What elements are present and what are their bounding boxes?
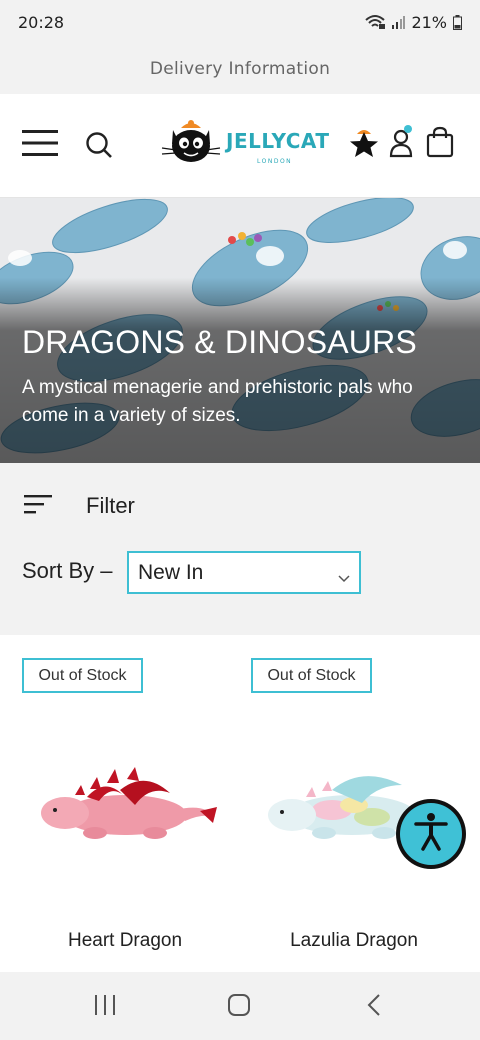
battery-icon	[453, 14, 462, 30]
back-button[interactable]	[344, 990, 404, 1024]
product-name[interactable]: Heart Dragon	[10, 930, 240, 952]
battery-percent: 21%	[411, 12, 447, 32]
sort-by-label: Sort By –	[22, 558, 113, 583]
search-icon	[85, 131, 113, 163]
home-button[interactable]	[209, 990, 269, 1024]
sort-select[interactable]: New In	[127, 551, 361, 594]
home-icon	[227, 993, 251, 1021]
wifi-icon	[365, 14, 386, 30]
logo-wordmark: JELLYCAT	[226, 129, 330, 153]
signal-icon	[391, 15, 406, 29]
logo-subtitle: LONDON	[257, 158, 293, 165]
product-name[interactable]: Lazulia Dragon	[239, 930, 469, 952]
account-button[interactable]	[388, 124, 416, 164]
hero-banner: DRAGONS & DINOSAURS A mystical menagerie…	[0, 198, 480, 463]
stock-badge: Out of Stock	[251, 658, 372, 693]
hamburger-icon	[22, 129, 58, 161]
chevron-down-icon	[337, 565, 351, 589]
listing-controls: Filter Sort By – New In	[0, 463, 480, 635]
site-header: JELLYCAT LONDON	[0, 94, 480, 198]
recent-apps-button[interactable]	[75, 990, 135, 1024]
system-nav-bar	[0, 972, 480, 1040]
status-time: 20:28	[18, 12, 65, 32]
wishlist-button[interactable]	[348, 128, 380, 162]
stock-badge: Out of Stock	[22, 658, 143, 693]
status-icons: 21%	[365, 13, 462, 32]
product-grid: Out of Stock Out of Stock Heart Dragon L…	[0, 635, 480, 972]
star-cat-icon	[348, 126, 380, 164]
accessibility-icon	[413, 812, 449, 856]
cat-logo-icon	[160, 116, 222, 172]
filter-button[interactable]: Filter	[24, 493, 135, 519]
filter-label: Filter	[86, 493, 135, 518]
menu-button[interactable]	[22, 130, 58, 160]
sort-selected-value: New In	[138, 560, 204, 584]
product-image-heart-dragon[interactable]	[35, 755, 220, 854]
search-button[interactable]	[84, 132, 114, 162]
accessibility-button[interactable]	[396, 799, 466, 869]
back-icon	[366, 993, 382, 1021]
bag-button[interactable]	[426, 126, 454, 162]
status-bar: 20:28 21%	[0, 0, 480, 44]
shopping-bag-icon	[426, 126, 454, 162]
user-icon	[388, 124, 416, 164]
delivery-info-link[interactable]: Delivery Information	[0, 44, 480, 94]
filter-icon	[24, 493, 54, 519]
delivery-info-label: Delivery Information	[149, 59, 331, 79]
jellycat-logo[interactable]: JELLYCAT LONDON	[160, 116, 329, 172]
recent-apps-icon	[93, 994, 117, 1020]
category-title: DRAGONS & DINOSAURS	[22, 324, 417, 360]
category-description: A mystical menagerie and prehistoric pal…	[22, 377, 413, 426]
